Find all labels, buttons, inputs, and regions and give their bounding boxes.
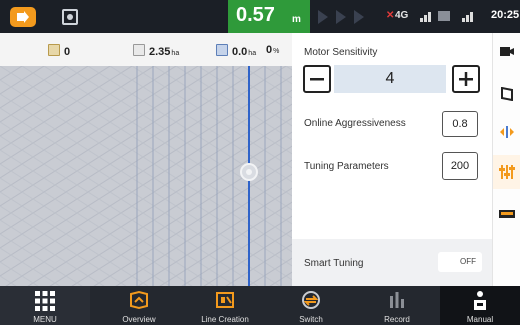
motor-sensitivity-value[interactable]: 4 (334, 65, 446, 93)
smart-tuning-toggle[interactable]: OFF (438, 252, 482, 272)
nav-switch-label: Switch (299, 315, 323, 324)
map-canvas (0, 66, 292, 286)
increase-button[interactable] (452, 65, 480, 93)
home-icon (17, 11, 29, 23)
sim-icon (438, 11, 450, 21)
deviation-value: 0.57 (236, 4, 275, 26)
alignment-icon (500, 126, 514, 138)
nav-menu-label: MENU (33, 315, 57, 324)
nav-switch[interactable]: Switch (268, 286, 354, 325)
minus-icon (310, 78, 324, 81)
tuning-parameters-value[interactable]: 200 (442, 152, 478, 180)
network-label: 4G (395, 10, 409, 21)
tractor-icon (240, 163, 258, 181)
clock: 20:25 (491, 9, 520, 21)
info-item-count: 0 (48, 44, 70, 58)
nav-manual[interactable]: Manual (440, 286, 520, 325)
rail-camera[interactable] (493, 35, 520, 69)
signal-icon-2 (462, 12, 473, 22)
motor-sensitivity-label: Motor Sensitivity (304, 47, 378, 58)
implement-icon (499, 210, 515, 218)
online-aggressiveness-value[interactable]: 0.8 (442, 111, 478, 137)
info-area-value: 2.35 (149, 46, 171, 58)
nav-line-creation-label: Line Creation (201, 315, 249, 324)
nav-record-label: Record (384, 315, 410, 324)
record-icon (390, 292, 404, 308)
rail-field-boundary[interactable] (493, 77, 520, 111)
bottom-navigation: MENU Overview Line Creation Switch Recor… (0, 286, 520, 325)
overview-icon (130, 290, 148, 310)
gps-error-icon: ✕ (386, 10, 395, 21)
area-icon (133, 44, 145, 56)
plus-icon (459, 72, 473, 86)
decrease-button[interactable] (303, 65, 331, 93)
count-icon (48, 44, 60, 56)
info-item-worked: 0.0ha (216, 44, 256, 58)
home-button[interactable] (10, 7, 36, 27)
field-boundary-icon (501, 87, 513, 101)
online-aggressiveness-label: Online Aggressiveness (304, 118, 406, 129)
status-bar: 0.57 m ✕ 4G 20:25 (0, 0, 520, 33)
rail-alignment[interactable] (493, 115, 520, 149)
smart-tuning-state: OFF (460, 257, 476, 266)
rail-implement[interactable] (493, 197, 520, 231)
nav-line-creation[interactable]: Line Creation (182, 286, 268, 325)
nav-overview-label: Overview (122, 315, 156, 324)
info-strip: 0 2.35ha 0.0ha 0% (0, 33, 292, 67)
info-item-percent: 0% (266, 44, 279, 56)
worked-area-icon (216, 44, 228, 56)
info-worked-value: 0.0 (232, 46, 248, 58)
grid-menu-icon (35, 291, 55, 311)
smart-tuning-label: Smart Tuning (304, 258, 364, 269)
info-count-value: 0 (64, 46, 71, 58)
nav-record[interactable]: Record (354, 286, 440, 325)
switch-icon (302, 291, 320, 309)
nav-manual-label: Manual (466, 315, 494, 324)
info-worked-unit: ha (248, 50, 257, 57)
deviation-unit: m (292, 14, 301, 25)
info-percent-value: 0 (266, 44, 273, 56)
info-percent-unit: % (273, 48, 280, 55)
map-view[interactable] (0, 66, 292, 286)
sliders-icon (499, 165, 515, 179)
nav-overview[interactable]: Overview (96, 286, 182, 325)
info-item-area: 2.35ha (133, 44, 179, 58)
signal-icon (420, 12, 431, 22)
info-area-unit: ha (171, 50, 180, 57)
manual-icon (474, 291, 486, 310)
rail-tuning[interactable] (493, 155, 520, 189)
tuning-parameters-label: Tuning Parameters (304, 161, 389, 172)
camera-icon (500, 47, 514, 56)
network-status: ✕ 4G (386, 10, 491, 24)
deviation-display: 0.57 m (228, 0, 310, 33)
smart-tuning-row: Smart Tuning OFF (292, 239, 492, 286)
side-toolbar (492, 33, 520, 286)
satellite-icon[interactable] (62, 9, 78, 25)
nav-menu[interactable]: MENU (0, 286, 90, 325)
line-creation-icon (216, 292, 234, 308)
direction-arrows-icon (318, 10, 364, 24)
tuning-panel: Motor Sensitivity 4 Online Aggressivenes… (292, 33, 492, 286)
